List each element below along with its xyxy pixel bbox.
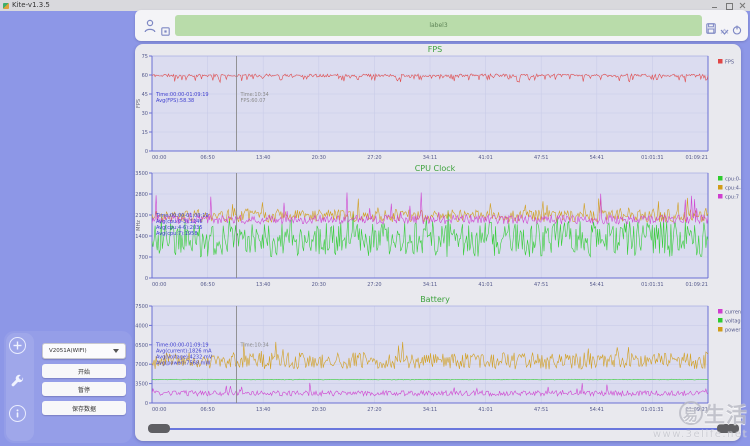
svg-text:54:41: 54:41 xyxy=(590,407,604,413)
svg-text:27:20: 27:20 xyxy=(367,407,381,413)
info-button[interactable] xyxy=(9,405,26,422)
svg-text:15: 15 xyxy=(142,130,148,136)
svg-text:06:50: 06:50 xyxy=(200,407,214,413)
svg-text:06:50: 06:50 xyxy=(200,282,214,288)
minimize-icon[interactable] xyxy=(711,2,718,9)
svg-text:54:41: 54:41 xyxy=(590,282,604,288)
svg-text:01:09:21: 01:09:21 xyxy=(686,282,708,288)
svg-text:Time:10:34: Time:10:34 xyxy=(240,343,269,349)
svg-text:current: current xyxy=(725,310,741,316)
info-icon xyxy=(16,409,19,418)
svg-text:0: 0 xyxy=(145,149,148,155)
svg-text:13:40: 13:40 xyxy=(256,407,270,413)
svg-text:cpu:4-6: cpu:4-6 xyxy=(725,186,741,192)
svg-text:00:00: 00:00 xyxy=(152,282,166,288)
svg-text:FPS: FPS xyxy=(725,60,734,66)
svg-text:FPS: FPS xyxy=(428,45,443,54)
svg-text:27:20: 27:20 xyxy=(367,282,381,288)
svg-text:17500: 17500 xyxy=(135,304,148,310)
svg-text:01:09:21: 01:09:21 xyxy=(686,407,708,413)
screenshot-icon[interactable] xyxy=(720,21,729,40)
svg-text:00:00: 00:00 xyxy=(152,407,166,413)
power-icon[interactable] xyxy=(732,20,742,39)
svg-text:1400: 1400 xyxy=(135,234,148,240)
add-device-button[interactable] xyxy=(9,337,26,354)
svg-text:3500: 3500 xyxy=(135,382,148,388)
svg-text:01:01:31: 01:01:31 xyxy=(641,407,663,413)
svg-text:FPS: FPS xyxy=(136,99,142,108)
wrench-icon xyxy=(11,374,24,387)
start-button[interactable]: 开始 xyxy=(42,364,126,378)
device-select[interactable]: V2051A(WIFI) xyxy=(42,343,126,359)
svg-text:Avg(FPS):58.38: Avg(FPS):58.38 xyxy=(156,98,194,104)
svg-text:2800: 2800 xyxy=(135,192,148,198)
svg-text:FPS:60.07: FPS:60.07 xyxy=(241,98,266,104)
svg-text:75: 75 xyxy=(142,54,148,60)
save-data-button[interactable]: 保存数据 xyxy=(42,401,126,415)
battery-chart[interactable]: Battery 00:00 06:50 13:40 20:30 27:20 34:11 41:… xyxy=(132,292,744,420)
scrollbar-right-thumb[interactable] xyxy=(717,424,739,433)
plus-icon xyxy=(13,341,22,350)
time-range-scrollbar[interactable] xyxy=(149,428,739,430)
svg-text:41:01: 41:01 xyxy=(478,407,492,413)
svg-text:30: 30 xyxy=(142,111,148,117)
app-icon xyxy=(3,2,9,9)
svg-text:01:01:31: 01:01:31 xyxy=(641,282,663,288)
svg-text:34:11: 34:11 xyxy=(423,282,437,288)
svg-text:3500: 3500 xyxy=(135,171,148,177)
svg-text:Avg(power):7568 mW: Avg(power):7568 mW xyxy=(156,361,210,367)
cpu-clock-chart[interactable]: CPU Clock 00:00 06:50 13:40 20:30 27:20 34:11 4… xyxy=(135,160,744,292)
svg-text:14000: 14000 xyxy=(135,323,148,329)
svg-text:voltage: voltage xyxy=(725,319,741,325)
svg-text:41:01: 41:01 xyxy=(478,282,492,288)
svg-text:45: 45 xyxy=(142,92,148,98)
svg-text:10500: 10500 xyxy=(135,343,148,349)
svg-text:cpu:0-3: cpu:0-3 xyxy=(725,177,741,183)
svg-text:13:40: 13:40 xyxy=(256,282,270,288)
window-title: Kite-v1.3.5 xyxy=(12,1,50,9)
svg-text:47:51: 47:51 xyxy=(534,282,548,288)
svg-text:34:11: 34:11 xyxy=(423,407,437,413)
label-bar[interactable]: label3 xyxy=(175,15,702,36)
svg-text:MHz: MHz xyxy=(136,220,142,231)
pause-button[interactable]: 暂停 xyxy=(42,382,126,396)
tools-button[interactable] xyxy=(9,373,26,390)
device-select-value: V2051A(WIFI) xyxy=(49,348,87,354)
svg-text:7000: 7000 xyxy=(135,362,148,368)
svg-text:0: 0 xyxy=(145,276,148,282)
device-icon[interactable] xyxy=(161,21,170,40)
svg-text:CPU Clock: CPU Clock xyxy=(415,164,456,173)
fps-chart[interactable]: FPS 00:00 06:50 13:40 20:30 27:20 34:11 41:01 47… xyxy=(135,42,741,161)
close-icon[interactable] xyxy=(739,2,746,9)
top-toolbar: label3 xyxy=(135,10,748,41)
chevron-down-icon xyxy=(113,349,119,353)
svg-text:20:30: 20:30 xyxy=(312,407,326,413)
maximize-icon[interactable] xyxy=(725,2,733,10)
save-icon[interactable] xyxy=(706,19,716,38)
app-window: Kite-v1.3.5 label3 FPS 00:00 06:50 13:40 20:… xyxy=(0,0,750,446)
label-bar-text: label3 xyxy=(429,22,448,29)
user-icon[interactable] xyxy=(144,18,156,37)
svg-text:power: power xyxy=(725,328,741,334)
svg-text:700: 700 xyxy=(138,255,148,261)
svg-text:2100: 2100 xyxy=(135,213,148,219)
svg-text:Battery: Battery xyxy=(420,295,450,304)
svg-text:0: 0 xyxy=(145,401,148,407)
svg-text:20:30: 20:30 xyxy=(312,282,326,288)
svg-text:60: 60 xyxy=(142,73,148,79)
svg-text:cpu:7: cpu:7 xyxy=(725,195,739,201)
svg-text:47:51: 47:51 xyxy=(534,407,548,413)
svg-text:Avg(cpu:7):1958: Avg(cpu:7):1958 xyxy=(156,231,198,237)
scrollbar-left-thumb[interactable] xyxy=(148,424,170,433)
